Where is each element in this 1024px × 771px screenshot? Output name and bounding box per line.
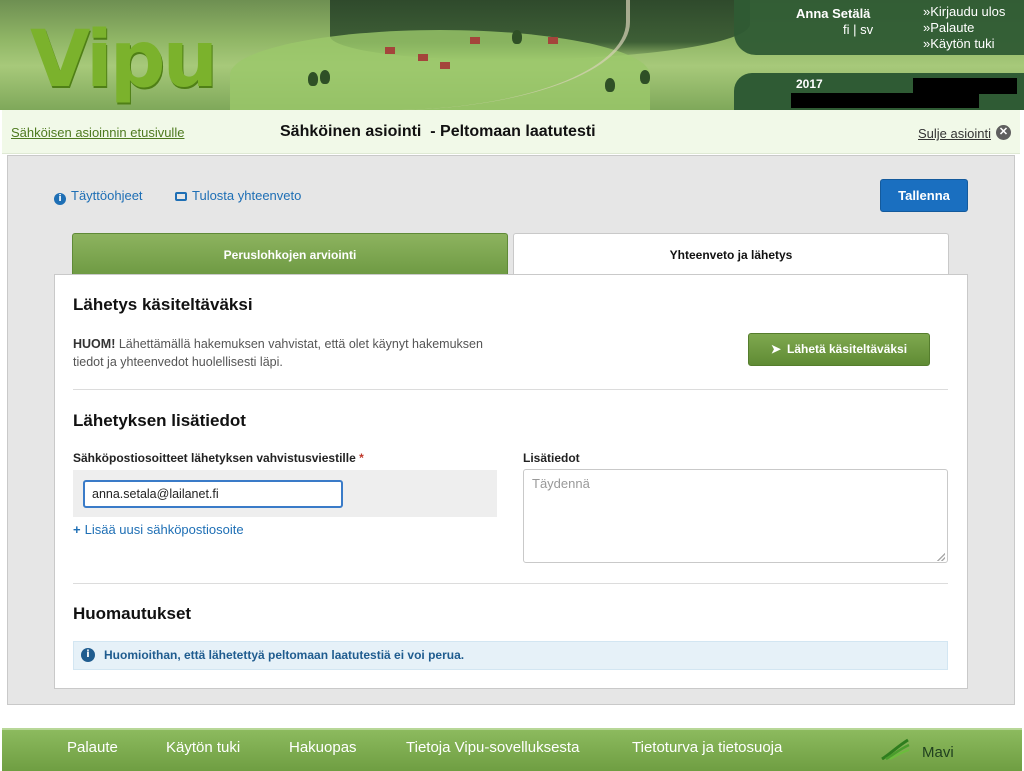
banner-tree <box>320 70 330 84</box>
close-session-link[interactable]: Sulje asiointi <box>918 126 991 141</box>
email-input[interactable]: anna.setala@lailanet.fi <box>83 480 343 508</box>
mavi-logo-icon[interactable] <box>880 738 910 760</box>
details-heading: Lähetyksen lisätiedot <box>73 411 246 430</box>
redacted-block <box>913 78 1017 94</box>
footer-link-privacy[interactable]: Tietoturva ja tietosuoja <box>632 739 782 756</box>
instructions-link[interactable]: i Täyttöohjeet <box>54 188 143 205</box>
vipu-logo[interactable]: Vipu <box>30 15 218 105</box>
send-heading: Lähetys käsiteltäväksi <box>73 295 253 314</box>
footer-link-support[interactable]: Käytön tuki <box>166 739 240 756</box>
feedback-link[interactable]: »Palaute <box>923 20 1005 36</box>
extra-info-textarea[interactable]: Täydennä <box>523 469 948 563</box>
add-email-label: Lisää uusi sähköpostiosoite <box>84 522 244 537</box>
send-button-label: Lähetä käsiteltäväksi <box>786 342 908 356</box>
info-icon: i <box>81 648 95 662</box>
remarks-heading: Huomautukset <box>73 604 192 623</box>
divider <box>73 583 948 584</box>
banner-house <box>470 37 480 44</box>
lang-separator: | <box>853 22 857 37</box>
resize-grip-icon[interactable] <box>937 553 945 561</box>
print-summary-link[interactable]: Tulosta yhteenveto <box>175 188 301 203</box>
email-label: Sähköpostiosoitteet lähetyksen vahvistus… <box>73 451 364 465</box>
mavi-brand: Mavi <box>922 744 954 761</box>
note-text: Lähettämällä hakemuksen vahvistat, että … <box>73 337 483 369</box>
print-icon <box>175 192 187 201</box>
tab-summary-submit[interactable]: Yhteenveto ja lähetys <box>513 233 949 276</box>
year-label: 2017 <box>796 77 823 91</box>
lang-sv-link[interactable]: sv <box>860 22 873 37</box>
note-bold: HUOM! <box>73 337 116 351</box>
user-links: »Kirjaudu ulos »Palaute »Käytön tuki <box>923 4 1005 52</box>
footer-link-feedback[interactable]: Palaute <box>67 739 118 756</box>
print-label: Tulosta yhteenveto <box>192 188 302 203</box>
banner-tree <box>308 72 318 86</box>
home-link[interactable]: Sähköisen asioinnin etusivulle <box>11 125 184 140</box>
banner-tree <box>640 70 650 84</box>
banner-tree <box>512 30 522 44</box>
redacted-block <box>791 93 979 108</box>
alert-text: Huomioithan, että lähetettyä peltomaan l… <box>104 648 465 662</box>
footer-link-guide[interactable]: Hakuopas <box>289 739 357 756</box>
add-email-link[interactable]: + Lisää uusi sähköpostiosoite <box>73 522 244 537</box>
banner-house <box>418 54 428 61</box>
paper-plane-icon: ➤ <box>770 342 781 356</box>
required-marker: * <box>359 451 364 465</box>
banner-house <box>440 62 450 69</box>
lang-fi-link[interactable]: fi <box>843 22 850 37</box>
send-note: HUOM! Lähettämällä hakemuksen vahvistat,… <box>73 335 513 371</box>
support-link[interactable]: »Käytön tuki <box>923 36 1005 52</box>
info-icon: i <box>54 193 66 205</box>
email-label-text: Sähköpostiosoitteet lähetyksen vahvistus… <box>73 451 356 465</box>
banner-house <box>548 37 558 44</box>
footer-link-about[interactable]: Tietoja Vipu-sovelluksesta <box>406 739 579 756</box>
banner-house <box>385 47 395 54</box>
tab-field-assessment[interactable]: Peruslohkojen arviointi <box>72 233 508 275</box>
logout-link[interactable]: »Kirjaudu ulos <box>923 4 1005 20</box>
page-title: Sähköinen asiointi - Peltomaan laatutest… <box>280 123 596 140</box>
user-name: Anna Setälä <box>796 6 871 21</box>
send-for-processing-button[interactable]: ➤ Lähetä käsiteltäväksi <box>748 333 930 366</box>
extra-info-label: Lisätiedot <box>523 451 580 465</box>
plus-icon: + <box>73 522 81 537</box>
divider <box>73 389 948 390</box>
save-button[interactable]: Tallenna <box>880 179 968 212</box>
close-icon[interactable]: ✕ <box>996 125 1011 140</box>
language-switcher: fi | sv <box>843 22 873 37</box>
banner-tree <box>605 78 615 92</box>
instructions-label: Täyttöohjeet <box>71 188 143 203</box>
